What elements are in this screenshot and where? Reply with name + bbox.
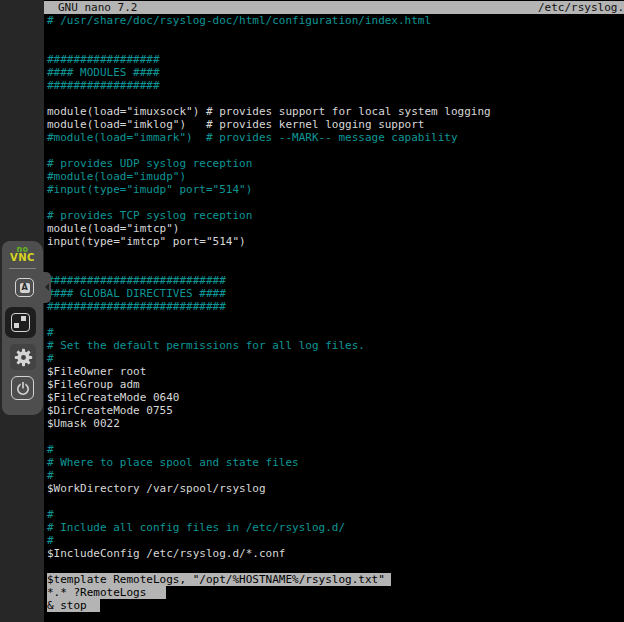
panel-separator bbox=[9, 268, 36, 269]
editor-line: # bbox=[44, 352, 624, 365]
editor-line: $IncludeConfig /etc/rsyslog.d/*.conf bbox=[44, 547, 624, 560]
editor-line: module(load="imuxsock") # provides suppo… bbox=[44, 105, 624, 118]
editor-line bbox=[44, 92, 624, 105]
power-icon bbox=[16, 381, 30, 396]
editor-line: # Include all config files in /etc/rsysl… bbox=[44, 521, 624, 534]
editor-line: input(type="imtcp" port="514") bbox=[44, 235, 624, 248]
editor-line: $DirCreateMode 0755 bbox=[44, 404, 624, 417]
gear-icon bbox=[14, 348, 33, 367]
collapse-arrow-icon bbox=[45, 283, 49, 291]
editor-line: $template RemoteLogs, "/opt/%HOSTNAME%/r… bbox=[44, 573, 624, 586]
editor-line: # bbox=[44, 469, 624, 482]
editor-line: #### MODULES #### bbox=[44, 66, 624, 79]
editor-line: & stop bbox=[44, 599, 624, 612]
editor-line: ########################### bbox=[44, 300, 624, 313]
editor-line: #### GLOBAL DIRECTIVES #### bbox=[44, 287, 624, 300]
editor-line: # provides UDP syslog reception bbox=[44, 157, 624, 170]
editor-line bbox=[44, 27, 624, 40]
editor-line: #input(type="imudp" port="514") bbox=[44, 183, 624, 196]
editor-line: module(load="imtcp") bbox=[44, 222, 624, 235]
editor-line: # bbox=[44, 534, 624, 547]
keyboard-key-icon: A bbox=[20, 283, 30, 293]
fullscreen-button[interactable] bbox=[5, 307, 36, 338]
settings-button[interactable] bbox=[10, 344, 36, 370]
novnc-logo: no VNC bbox=[2, 246, 43, 263]
terminal[interactable]: GNU nano 7.2 /etc/rsyslog. # /usr/share/… bbox=[44, 0, 624, 622]
editor-line: module(load="imklog") # provides kernel … bbox=[44, 118, 624, 131]
keyboard-button[interactable]: A bbox=[15, 278, 34, 297]
power-button[interactable] bbox=[11, 376, 34, 400]
editor-line bbox=[44, 495, 624, 508]
editor-line: # bbox=[44, 443, 624, 456]
nano-titlebar: GNU nano 7.2 /etc/rsyslog. bbox=[44, 1, 624, 14]
editor-line: ################# bbox=[44, 53, 624, 66]
editor-line: # bbox=[44, 508, 624, 521]
editor-line: # Where to place spool and state files bbox=[44, 456, 624, 469]
editor-line: $FileCreateMode 0640 bbox=[44, 391, 624, 404]
editor-line: ########################### bbox=[44, 274, 624, 287]
editor-line: ################# bbox=[44, 79, 624, 92]
novnc-logo-vnc: VNC bbox=[2, 253, 43, 263]
editor-line bbox=[44, 248, 624, 261]
editor-line bbox=[44, 196, 624, 209]
editor-line bbox=[44, 40, 624, 53]
editor-line: $FileOwner root bbox=[44, 365, 624, 378]
editor-line: # bbox=[44, 326, 624, 339]
novnc-bar-handle[interactable] bbox=[43, 272, 51, 303]
editor-line: *.* ?RemoteLogs bbox=[44, 586, 624, 599]
editor-line: # Set the default permissions for all lo… bbox=[44, 339, 624, 352]
nano-filename: /etc/rsyslog. bbox=[538, 1, 624, 14]
editor-line: $WorkDirectory /var/spool/rsyslog bbox=[44, 482, 624, 495]
editor-line bbox=[44, 560, 624, 573]
editor-line bbox=[44, 144, 624, 157]
editor-line: # /usr/share/doc/rsyslog-doc/html/config… bbox=[44, 14, 624, 27]
editor-line: # provides TCP syslog reception bbox=[44, 209, 624, 222]
editor-line bbox=[44, 313, 624, 326]
editor-line bbox=[44, 430, 624, 443]
novnc-control-bar: no VNC A bbox=[2, 241, 43, 415]
fullscreen-icon bbox=[11, 313, 30, 332]
nano-version: GNU nano 7.2 bbox=[58, 1, 137, 14]
editor-line bbox=[44, 261, 624, 274]
editor-line: #module(load="imudp") bbox=[44, 170, 624, 183]
editor-line: $FileGroup adm bbox=[44, 378, 624, 391]
editor-content[interactable]: # /usr/share/doc/rsyslog-doc/html/config… bbox=[44, 14, 624, 612]
editor-line: #module(load="immark") # provides --MARK… bbox=[44, 131, 624, 144]
editor-line: $Umask 0022 bbox=[44, 417, 624, 430]
